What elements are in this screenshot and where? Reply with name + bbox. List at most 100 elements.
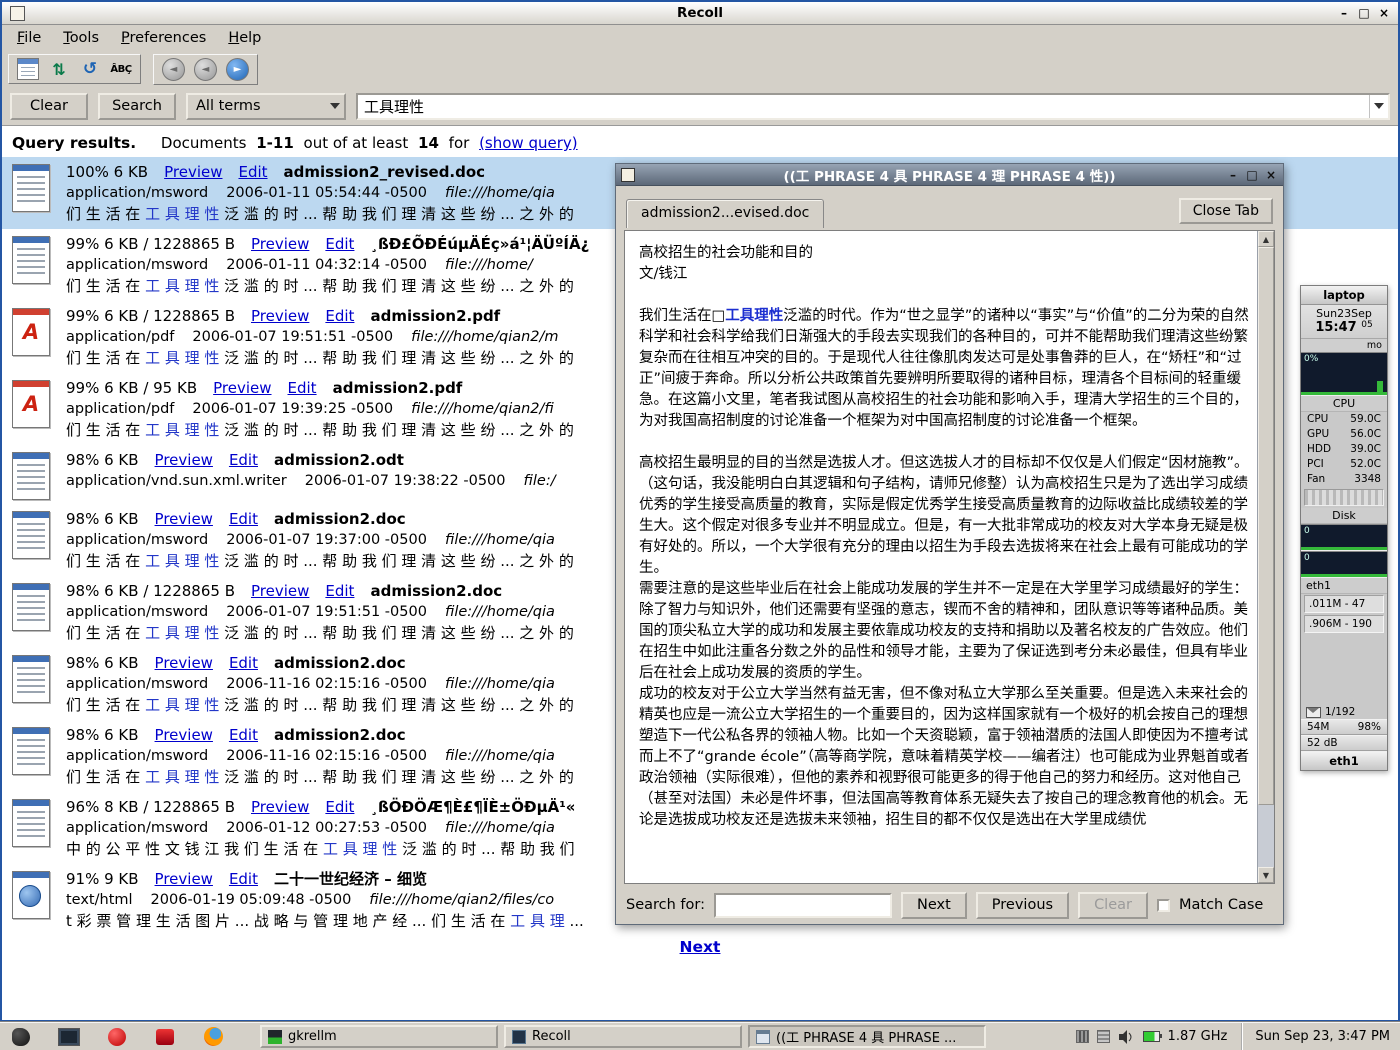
preview-scrollbar[interactable]: ▲ ▼ (1257, 231, 1274, 883)
html-file-icon[interactable] (12, 871, 50, 919)
preview-document[interactable]: 高校招生的社会功能和目的 文/钱江 我们生活在□工具理性泛滥的时代。作为“世之显… (625, 231, 1257, 883)
pdf-file-icon[interactable] (12, 380, 50, 428)
preview-link[interactable]: Preview (155, 510, 213, 528)
result-meta: 98% 6 KB (66, 726, 139, 744)
find-previous-button[interactable]: Previous (976, 892, 1069, 919)
clock-panel: Sun23Sep 15:47 05 (1301, 305, 1387, 339)
firefox-launcher-icon[interactable] (200, 1025, 226, 1049)
doc-file-icon[interactable] (12, 583, 50, 631)
sort-icon[interactable]: ⇅ (48, 58, 70, 80)
edit-link[interactable]: Edit (325, 798, 354, 816)
pager-icon[interactable] (1097, 1030, 1110, 1043)
menu-tools[interactable]: Tools (52, 27, 110, 49)
match-case-checkbox[interactable] (1157, 899, 1170, 912)
preview-link[interactable]: Preview (155, 870, 213, 888)
preview-link[interactable]: Preview (251, 235, 309, 253)
recoll-titlebar[interactable]: Recoll – □ × (2, 2, 1398, 25)
scrollbar-thumb[interactable] (1258, 247, 1274, 805)
scrollbar-track[interactable] (1258, 805, 1274, 867)
close-icon[interactable]: × (1263, 167, 1279, 183)
preview-link[interactable]: Preview (155, 654, 213, 672)
minimize-icon[interactable]: – (1225, 167, 1241, 183)
edit-link[interactable]: Edit (229, 451, 258, 469)
taskbar-button-preview[interactable]: ((工 PHRASE 4 具 PHRASE ... (748, 1025, 986, 1048)
doc-file-icon[interactable] (12, 164, 50, 212)
edit-link[interactable]: Edit (229, 870, 258, 888)
speaker-icon[interactable] (1118, 1030, 1135, 1044)
search-mode-select[interactable]: All terms (186, 93, 346, 120)
disk-read-chart[interactable]: 0 (1301, 524, 1387, 551)
scroll-up-icon[interactable]: ▲ (1258, 231, 1274, 247)
edit-link[interactable]: Edit (238, 163, 267, 181)
maximize-icon[interactable]: □ (1244, 167, 1260, 183)
preview-link[interactable]: Preview (155, 726, 213, 744)
doc-file-icon[interactable] (12, 236, 50, 284)
show-query-link[interactable]: (show query) (479, 134, 578, 152)
nav-back2-icon[interactable]: ◄ (194, 58, 217, 81)
gkrellm-monitor[interactable]: laptop Sun23Sep 15:47 05 mo 0% CPU CPU59… (1300, 285, 1388, 771)
close-icon[interactable]: × (1375, 5, 1393, 21)
find-input[interactable] (714, 893, 892, 918)
edit-link[interactable]: Edit (229, 510, 258, 528)
menu-file[interactable]: File (6, 27, 52, 49)
search-input[interactable] (358, 97, 1369, 115)
edit-link[interactable]: Edit (288, 379, 317, 397)
taskbar-clock[interactable]: Sun Sep 23, 3:47 PM (1241, 1023, 1400, 1050)
taskbar-button-gkrellm[interactable]: gkrellm (260, 1025, 498, 1048)
doc-file-icon[interactable] (12, 727, 50, 775)
mail-monitor[interactable]: 1/192 (1301, 705, 1387, 719)
taskbar-button-recoll[interactable]: Recoll (504, 1025, 742, 1048)
snippet-text: 泛 滥 的 时 ... 帮 助 我 们 理 清 这 些 纷 ... 之 外 的 (219, 421, 573, 439)
preview-link[interactable]: Preview (164, 163, 222, 181)
update-index-icon[interactable]: ↺ (79, 58, 101, 80)
edit-link[interactable]: Edit (325, 582, 354, 600)
preview-link[interactable]: Preview (155, 451, 213, 469)
maximize-icon[interactable]: □ (1355, 5, 1373, 21)
doc-history-icon[interactable] (17, 58, 39, 80)
doc-file-icon[interactable] (12, 452, 50, 500)
package-launcher-icon[interactable] (152, 1025, 178, 1049)
edit-link[interactable]: Edit (229, 726, 258, 744)
preview-link[interactable]: Preview (251, 307, 309, 325)
nav-back-icon[interactable]: ◄ (162, 58, 185, 81)
snippet-text: 泛 滥 的 时 ... 帮 助 我 们 理 清 这 些 纷 ... 之 外 的 (219, 277, 573, 295)
doc-file-icon[interactable] (12, 511, 50, 559)
result-mime: application/msword (66, 257, 208, 273)
menu-preferences[interactable]: Preferences (110, 27, 217, 49)
preview-link[interactable]: Preview (213, 379, 271, 397)
preview-tab[interactable]: admission2...evised.doc (626, 199, 824, 228)
terminal-launcher-icon[interactable] (56, 1025, 82, 1049)
term-explorer-icon[interactable]: ÂBÇ (110, 58, 132, 80)
edit-link[interactable]: Edit (325, 307, 354, 325)
clear-button[interactable]: Clear (10, 93, 88, 120)
cpu-chart[interactable]: 0% (1301, 352, 1387, 396)
snippet-text: 泛 滥 的 时 ... 帮 助 我 们 理 清 这 些 纷 ... 之 外 的 (219, 696, 573, 714)
menubar: File Tools Preferences Help (2, 25, 1398, 51)
media-player-launcher-icon[interactable] (104, 1025, 130, 1049)
next-page-link[interactable]: Next (680, 938, 721, 956)
search-history-dropdown[interactable] (1369, 95, 1388, 118)
edit-link[interactable]: Edit (325, 235, 354, 253)
scroll-down-icon[interactable]: ▼ (1258, 867, 1274, 883)
doc-file-icon[interactable] (12, 799, 50, 847)
edit-link[interactable]: Edit (229, 654, 258, 672)
search-button[interactable]: Search (98, 93, 176, 120)
disk-write-chart[interactable]: 0 (1301, 551, 1387, 578)
menu-help[interactable]: Help (217, 27, 272, 49)
keyboard-layout-icon[interactable] (1076, 1030, 1089, 1043)
footprint-launcher-icon[interactable] (8, 1025, 34, 1049)
preview-titlebar[interactable]: ((工 PHRASE 4 具 PHRASE 4 理 PHRASE 4 性)) –… (616, 164, 1283, 186)
find-clear-button[interactable]: Clear (1078, 892, 1148, 919)
preview-link[interactable]: Preview (251, 582, 309, 600)
volume-meter[interactable]: 52 dB (1301, 735, 1387, 751)
preview-link[interactable]: Preview (251, 798, 309, 816)
doc-file-icon[interactable] (12, 655, 50, 703)
snippet-text: 泛 滥 的 时 ... 帮 助 我 们 理 清 这 些 纷 ... 之 外 的 (219, 349, 573, 367)
memory-meter[interactable]: 54M98% (1301, 719, 1387, 735)
nav-forward-icon[interactable]: ► (226, 58, 249, 81)
close-tab-button[interactable]: Close Tab (1179, 198, 1273, 224)
battery-icon[interactable] (1143, 1031, 1160, 1042)
pdf-file-icon[interactable] (12, 308, 50, 356)
minimize-icon[interactable]: – (1335, 5, 1353, 21)
find-next-button[interactable]: Next (901, 892, 967, 919)
